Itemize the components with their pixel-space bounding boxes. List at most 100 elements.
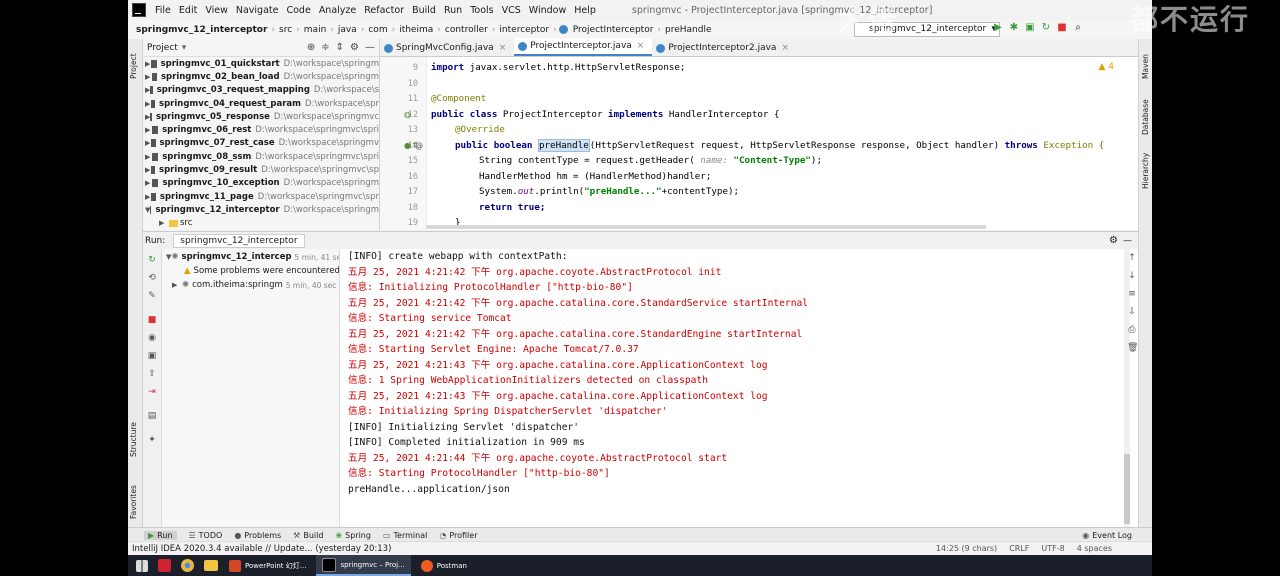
breadcrumb-interceptor[interactable]: interceptor [497, 25, 551, 35]
line-separator[interactable]: CRLF [1009, 542, 1029, 556]
editor-horizontal-scrollbar[interactable] [426, 225, 986, 229]
tab-problems[interactable]: ● Problems [234, 531, 281, 540]
tab-profiler[interactable]: ◔ Profiler [439, 531, 477, 540]
app-icon-red[interactable] [158, 559, 171, 572]
tab-projectinterceptor[interactable]: ProjectInterceptor.java × [514, 38, 653, 56]
restore-icon[interactable]: ⟲ [147, 273, 157, 283]
project-tool-label[interactable]: Project [129, 53, 138, 79]
menu-run[interactable]: Run [440, 5, 466, 16]
taskbar-powerpoint[interactable]: PowerPoint 幻灯... [223, 556, 312, 575]
close-icon[interactable]: × [499, 40, 507, 56]
close-icon[interactable]: × [781, 40, 789, 56]
hierarchy-tool-label[interactable]: Hierarchy [1141, 153, 1150, 189]
tree-item[interactable]: ▶ springmvc_03_request_mapping D:\workspac… [143, 84, 379, 97]
menu-tools[interactable]: Tools [466, 5, 497, 16]
hide-icon[interactable]: — [1123, 236, 1132, 246]
windows-start-icon[interactable] [136, 559, 148, 572]
menu-file[interactable]: File [151, 5, 175, 16]
structure-tool-label[interactable]: Structure [129, 422, 138, 457]
breadcrumb-method[interactable]: preHandle [663, 25, 714, 35]
breadcrumb-src[interactable]: src [277, 25, 294, 35]
tree-item[interactable]: ▶ springmvc_01_quickstart D:\workspace\spr… [143, 57, 379, 70]
taskbar-intellij[interactable]: springmvc – Proj... [316, 555, 411, 576]
project-panel-header[interactable]: Project ▾ ⊕ ≑ ⇕ ⚙ — [143, 39, 379, 57]
tab-projectinterceptor2[interactable]: ProjectInterceptor2.java × [652, 40, 797, 56]
run-tree-item[interactable]: ▶ ✺ com.itheima:springm 5 min, 40 sec [162, 278, 339, 292]
tree-item[interactable]: ▶ springmvc_09_result D:\workspace\springm… [143, 163, 379, 176]
exit-icon[interactable]: ⇥ [147, 387, 157, 397]
eye-icon[interactable]: ◉ [147, 333, 157, 343]
run-tree-item[interactable]: ▼✺springmvc_12_intercep5 min, 41 sec [162, 250, 339, 264]
breadcrumb-main[interactable]: main [302, 25, 329, 35]
run-icon[interactable]: ▶ [992, 22, 1004, 35]
taskbar-postman[interactable]: Postman [415, 556, 473, 575]
breadcrumb-itheima[interactable]: itheima [397, 25, 435, 35]
tree-item[interactable]: ▶ springmvc_10_exception D:\workspace\spri… [143, 177, 379, 190]
search-icon[interactable]: ⌕ [1072, 22, 1084, 35]
tree-item[interactable]: ▶ springmvc_04_request_param D:\workspace\… [143, 97, 379, 110]
gear-icon[interactable]: ⚙ [1109, 235, 1118, 246]
gear-icon[interactable]: ⚙ [350, 42, 359, 53]
menu-window[interactable]: Window [525, 5, 570, 16]
menu-build[interactable]: Build [408, 5, 440, 16]
tree-item[interactable]: ▶ springmvc_06_rest D:\workspace\springmvc… [143, 123, 379, 136]
tree-item[interactable]: ▶ springmvc_02_bean_load D:\workspace\spri… [143, 70, 379, 83]
indent-setting[interactable]: 4 spaces [1077, 542, 1112, 556]
tab-springmvcconfig[interactable]: SpringMvcConfig.java × [380, 40, 514, 56]
menu-edit[interactable]: Edit [175, 5, 201, 16]
camera-icon[interactable]: ▣ [147, 351, 157, 361]
menu-code[interactable]: Code [282, 5, 314, 16]
file-encoding[interactable]: UTF-8 [1041, 542, 1064, 556]
breadcrumb-module[interactable]: springmvc_12_interceptor [134, 25, 269, 35]
tree-item-src[interactable]: ▶ src [143, 217, 379, 230]
menu-help[interactable]: Help [570, 5, 600, 16]
tab-build[interactable]: ⚒ Build [293, 531, 323, 540]
print-icon[interactable]: ⎙ [1127, 325, 1137, 335]
tree-item[interactable]: ▶ springmvc_05_response D:\workspace\sprin… [143, 110, 379, 123]
menu-refactor[interactable]: Refactor [360, 5, 408, 16]
console-output[interactable]: [INFO] create webapp with contextPath: 五… [340, 249, 1138, 527]
chrome-icon[interactable] [181, 559, 194, 572]
run-tree-item[interactable]: ▲ Some problems were encountered [162, 264, 339, 278]
close-icon[interactable]: × [637, 38, 645, 54]
cursor-position[interactable]: 14:25 (9 chars) [936, 542, 997, 556]
favorites-tool-label[interactable]: Favorites [129, 485, 138, 519]
coverage-icon[interactable]: ▣ [1024, 22, 1036, 35]
rerun-icon[interactable]: ↻ [1040, 22, 1052, 35]
down-arrow-icon[interactable]: ↓ [1127, 271, 1137, 281]
tab-terminal[interactable]: ▭ Terminal [383, 531, 427, 540]
annotation-gutter-icon[interactable]: @ [415, 141, 423, 150]
export-icon[interactable]: ⇪ [147, 369, 157, 379]
trash-icon[interactable]: 🗑 [1127, 343, 1138, 353]
breadcrumb-controller[interactable]: controller [443, 25, 490, 35]
selected-method-name[interactable]: preHandle [537, 139, 590, 152]
code-editor[interactable]: 9 10 11 12 13 14 15 16 17 18 19 ◍ ●↑ @ i… [380, 57, 1138, 230]
tree-item[interactable]: ▼ springmvc_12_interceptor D:\workspace\sp… [143, 203, 379, 216]
menu-view[interactable]: View [201, 5, 232, 16]
layout-icon[interactable]: ▤ [147, 411, 157, 421]
maven-tool-label[interactable]: Maven [1141, 54, 1150, 79]
expand-icon[interactable]: ⇕ [336, 42, 344, 53]
wrap-icon[interactable]: ≡ [1127, 289, 1137, 299]
pin-icon[interactable]: ✦ [147, 435, 157, 445]
breadcrumb-class[interactable]: ProjectInterceptor [571, 25, 656, 35]
debug-icon[interactable]: ✱ [1008, 22, 1020, 35]
update-message[interactable]: IntelliJ IDEA 2020.3.4 available // Upda… [132, 544, 391, 554]
tab-spring[interactable]: ❀ Spring [335, 531, 371, 540]
breadcrumb-com[interactable]: com [366, 25, 389, 35]
console-scrollbar-thumb[interactable] [1124, 454, 1130, 524]
breadcrumb-java[interactable]: java [336, 25, 359, 35]
scroll-end-icon[interactable]: ⇩ [1127, 307, 1137, 317]
menu-navigate[interactable]: Navigate [232, 5, 283, 16]
tab-todo[interactable]: ☰ TODO [189, 531, 223, 540]
menu-vcs[interactable]: VCS [498, 5, 525, 16]
run-tab[interactable]: springmvc_12_interceptor [173, 233, 305, 248]
tree-item[interactable]: ▶ springmvc_07_rest_case D:\workspace\spri… [143, 137, 379, 150]
hide-icon[interactable]: — [365, 42, 375, 53]
tree-item[interactable]: ▶ springmvc_08_ssm D:\workspace\springmvc\… [143, 150, 379, 163]
locate-icon[interactable]: ⊕ [307, 42, 315, 53]
up-arrow-icon[interactable]: ↑ [1127, 253, 1137, 263]
stop-icon[interactable]: ■ [1056, 22, 1068, 35]
event-log-button[interactable]: ◉ Event Log [1082, 531, 1132, 540]
warning-indicator[interactable]: ▲ 4 [1098, 62, 1114, 72]
